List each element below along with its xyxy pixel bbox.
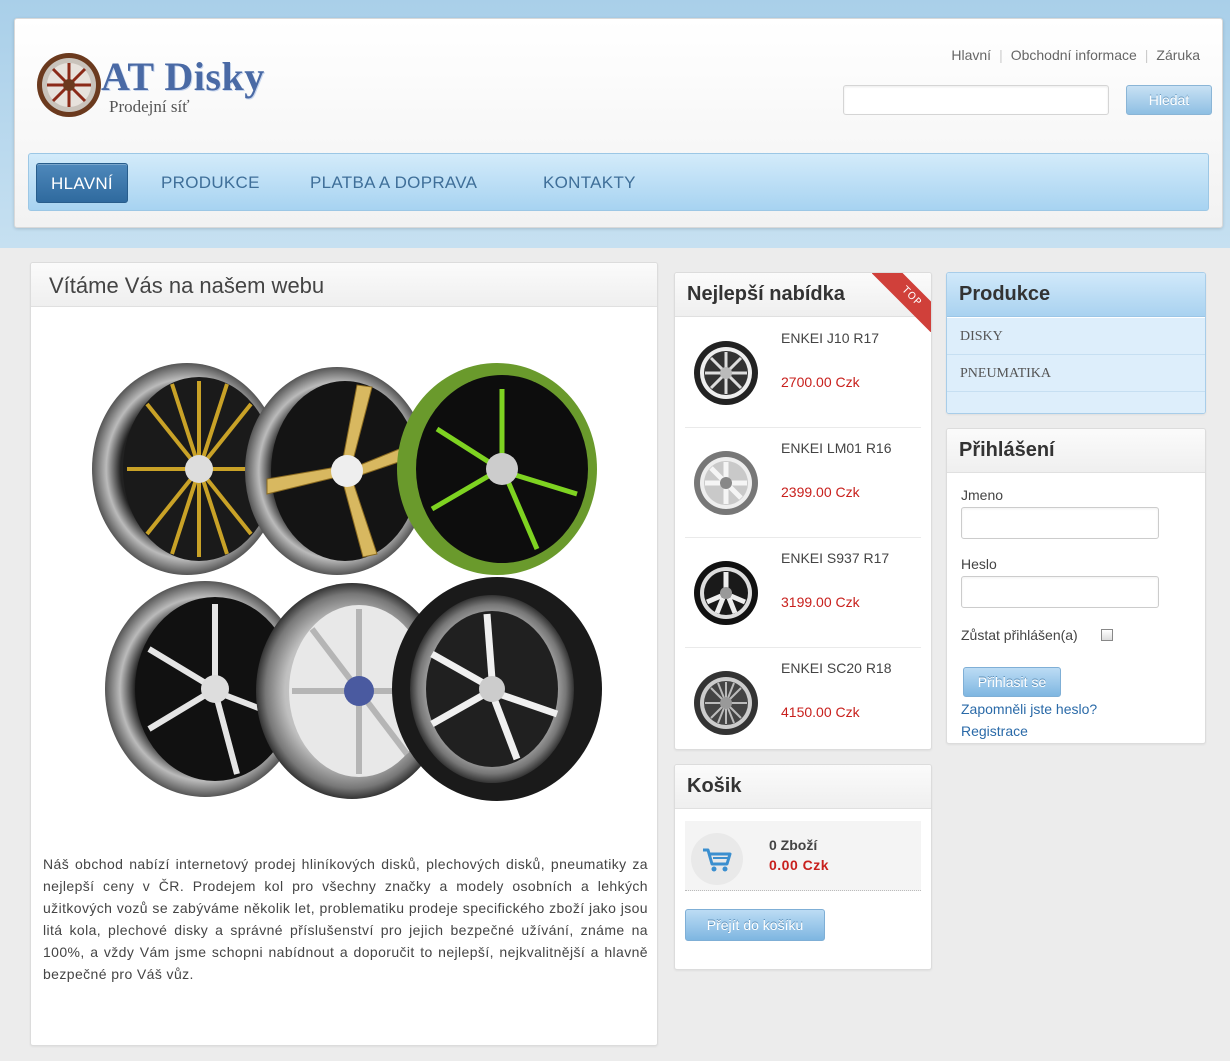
password-label: Heslo <box>961 556 997 572</box>
login-button[interactable]: Přihlasit se <box>963 667 1061 697</box>
top-link-separator: | <box>1144 47 1149 63</box>
product-name[interactable]: ENKEI LM01 R16 <box>781 440 892 456</box>
remember-me-label: Zůstat přihlášen(a) <box>961 627 1078 643</box>
product-name[interactable]: ENKEI SC20 R18 <box>781 660 892 676</box>
wheel-thumbnail-icon <box>694 341 758 405</box>
product-name[interactable]: ENKEI S937 R17 <box>781 550 889 566</box>
welcome-text: Náš obchod nabízí internetový prodej hli… <box>43 856 648 982</box>
cart-icon-background <box>691 833 743 885</box>
username-input[interactable] <box>961 507 1159 539</box>
welcome-header: Vítáme Vás na našem webu <box>31 263 657 307</box>
product-list: ENKEI J10 R17 2700.00 Czk ENKEI LM01 R16… <box>675 318 931 749</box>
nav-item-contacts[interactable]: KONTAKTY <box>543 163 636 203</box>
password-input[interactable] <box>961 576 1159 608</box>
welcome-panel: Vítáme Vás na našem webu Náš obchod nabí… <box>30 262 658 1046</box>
wheel-thumbnail-icon <box>694 671 758 735</box>
go-to-cart-button[interactable]: Přejít do košíku <box>685 909 825 941</box>
product-name[interactable]: ENKEI J10 R17 <box>781 330 879 346</box>
site-logo[interactable]: AT Disky Prodejní síť <box>35 49 305 119</box>
cart-panel: Košik 0 Zboží 0.00 Czk Přejít do košíku <box>674 764 932 970</box>
register-link[interactable]: Registrace <box>961 723 1028 739</box>
cart-item-count: 0 Zboží <box>769 837 818 853</box>
category-item-tires[interactable]: PNEUMATIKA <box>947 355 1205 392</box>
cart-summary: 0 Zboží 0.00 Czk <box>685 821 921 891</box>
product-price: 2399.00 Czk <box>781 484 860 500</box>
top-link-business-info[interactable]: Obchodní informace <box>1011 47 1137 63</box>
brand-subtitle: Prodejní síť <box>109 97 190 116</box>
cart-header: Košik <box>675 765 931 809</box>
wheel-thumbnail-icon <box>694 451 758 515</box>
top-link-separator: | <box>999 47 1003 63</box>
categories-panel: Produkce DISKY PNEUMATIKA <box>946 272 1206 414</box>
top-link-home[interactable]: Hlavní <box>951 47 991 63</box>
search-input[interactable] <box>843 85 1109 115</box>
categories-title: Produkce <box>959 283 1051 305</box>
wheels-showcase-image <box>92 363 602 801</box>
categories-header: Produkce <box>947 273 1205 317</box>
login-title: Přihlášení <box>959 439 1055 461</box>
category-list: DISKY PNEUMATIKA <box>947 318 1205 413</box>
brand-title: AT Disky <box>101 54 265 99</box>
main-nav: HLAVNÍ PRODUKCE PLATBA A DOPRAVA KONTAKT… <box>28 153 1209 211</box>
product-item[interactable]: ENKEI S937 R17 3199.00 Czk <box>685 538 921 648</box>
cart-total: 0.00 Czk <box>769 857 830 873</box>
best-offer-title: Nejlepší nabídka <box>687 283 845 305</box>
top-link-warranty[interactable]: Záruka <box>1156 47 1200 63</box>
top-links: Hlavní | Obchodní informace | Záruka <box>951 47 1200 63</box>
site-header: AT Disky Prodejní síť Hlavní | Obchodní in… <box>14 18 1223 228</box>
product-item[interactable]: ENKEI J10 R17 2700.00 Czk <box>685 318 921 428</box>
wheel-thumbnail-icon <box>694 561 758 625</box>
username-label: Jmeno <box>961 487 1004 503</box>
remember-me-checkbox[interactable] <box>1101 629 1113 641</box>
wheel-logo-icon <box>37 53 101 117</box>
nav-item-payment-shipping[interactable]: PLATBA A DOPRAVA <box>310 163 477 203</box>
shopping-cart-icon <box>703 848 732 872</box>
search-button[interactable]: Hledat <box>1126 85 1212 115</box>
nav-item-home[interactable]: HLAVNÍ <box>36 163 128 203</box>
best-offer-panel: Nejlepší nabídka TOP ENKEI J10 R17 2700.… <box>674 272 932 750</box>
product-price: 2700.00 Czk <box>781 374 860 390</box>
product-price: 4150.00 Czk <box>781 704 860 720</box>
login-panel: Přihlášení Jmeno Heslo Zůstat přihlášen(… <box>946 428 1206 744</box>
product-item[interactable]: ENKEI LM01 R16 2399.00 Czk <box>685 428 921 538</box>
product-price: 3199.00 Czk <box>781 594 860 610</box>
nav-item-products[interactable]: PRODUKCE <box>161 163 260 203</box>
forgot-password-link[interactable]: Zapomněli jste heslo? <box>961 701 1097 717</box>
welcome-title: Vítáme Vás na našem webu <box>49 273 325 298</box>
product-item[interactable]: ENKEI SC20 R18 4150.00 Czk <box>685 648 921 749</box>
cart-title: Košik <box>687 775 742 797</box>
category-item-disks[interactable]: DISKY <box>947 318 1205 355</box>
login-header: Přihlášení <box>947 429 1205 473</box>
